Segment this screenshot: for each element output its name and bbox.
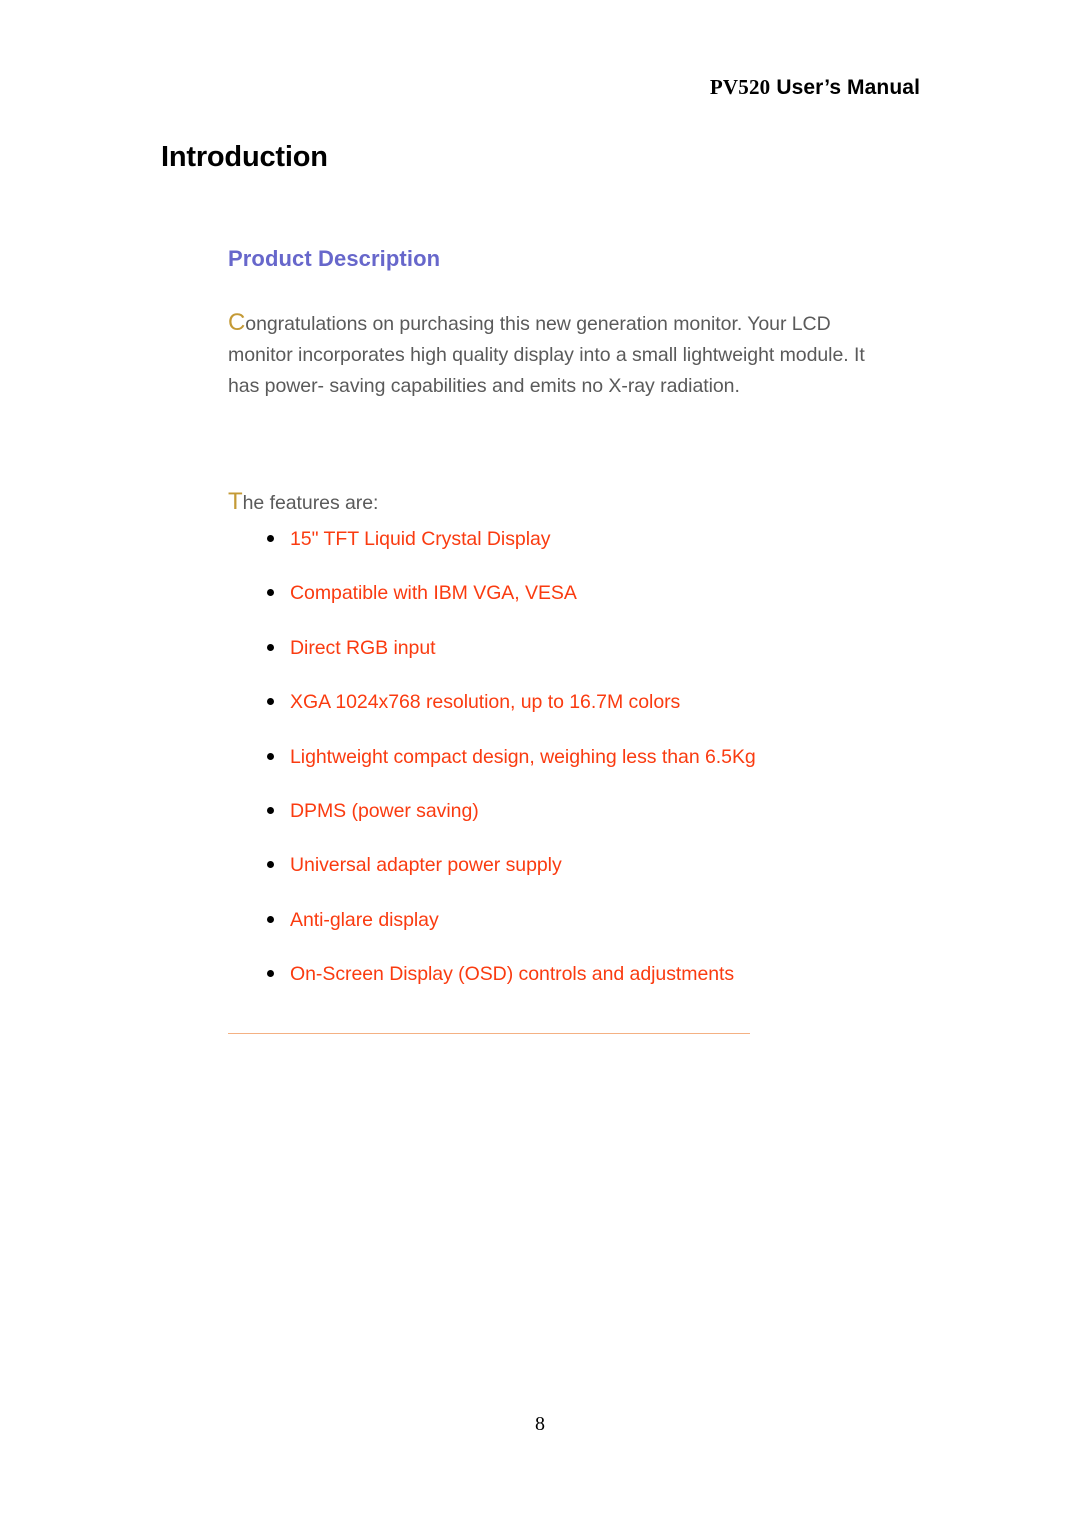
- bullet-icon: [267, 915, 274, 923]
- list-item: Compatible with IBM VGA, VESA: [228, 582, 928, 636]
- bullet-icon: [267, 698, 274, 706]
- bullet-icon: [267, 535, 274, 542]
- list-item-label: XGA 1024x768 resolution, up to 16.7M col…: [290, 691, 681, 714]
- list-item-label: DPMS (power saving): [290, 799, 479, 822]
- list-item: Direct RGB input: [228, 637, 928, 691]
- paragraph-dropcap: C: [228, 308, 246, 336]
- bullet-icon: [267, 861, 274, 869]
- features-lead-dropcap: T: [228, 487, 243, 515]
- list-item: Lightweight compact design, weighing les…: [228, 746, 928, 800]
- list-item-label: Lightweight compact design, weighing les…: [290, 745, 756, 768]
- list-item: On-Screen Display (OSD) controls and adj…: [228, 963, 928, 1017]
- features-lead-text: he features are:: [242, 491, 379, 514]
- list-item: Anti-glare display: [228, 909, 928, 963]
- chapter-title: Introduction: [161, 141, 328, 174]
- list-item-label: Anti-glare display: [290, 908, 439, 931]
- bullet-icon: [267, 589, 274, 597]
- list-item-label: 15" TFT Liquid Crystal Display: [290, 528, 551, 550]
- list-item: DPMS (power saving): [228, 800, 928, 854]
- list-item: 15" TFT Liquid Crystal Display: [228, 528, 928, 582]
- bullet-icon: [267, 970, 274, 978]
- list-item-label: Compatible with IBM VGA, VESA: [290, 582, 577, 605]
- document-page: PV520 User’s Manual Introduction Product…: [0, 0, 1080, 1528]
- intro-paragraph: Congratulations on purchasing this new g…: [228, 309, 868, 402]
- page-number: 8: [535, 1413, 545, 1435]
- header-doc-code: PV520: [709, 75, 771, 99]
- bullet-icon: [267, 752, 274, 760]
- list-item-label: Universal adapter power supply: [290, 854, 562, 877]
- features-lead-in: The features are:: [228, 487, 379, 515]
- bullet-icon: [267, 643, 274, 651]
- running-header: PV520 User’s Manual: [0, 75, 920, 100]
- header-doc-title: User’s Manual: [776, 76, 920, 99]
- list-item-label: Direct RGB input: [290, 636, 436, 659]
- bullet-icon: [267, 806, 274, 814]
- paragraph-body-text: ongratulations on purchasing this new ge…: [228, 312, 865, 397]
- list-item-label: On-Screen Display (OSD) controls and adj…: [290, 963, 735, 986]
- feature-list: 15" TFT Liquid Crystal Display Compatibl…: [228, 528, 928, 1018]
- section-divider: [228, 1033, 750, 1034]
- list-item: XGA 1024x768 resolution, up to 16.7M col…: [228, 691, 928, 745]
- list-item: Universal adapter power supply: [228, 854, 928, 908]
- section-heading-product-description: Product Description: [228, 246, 441, 272]
